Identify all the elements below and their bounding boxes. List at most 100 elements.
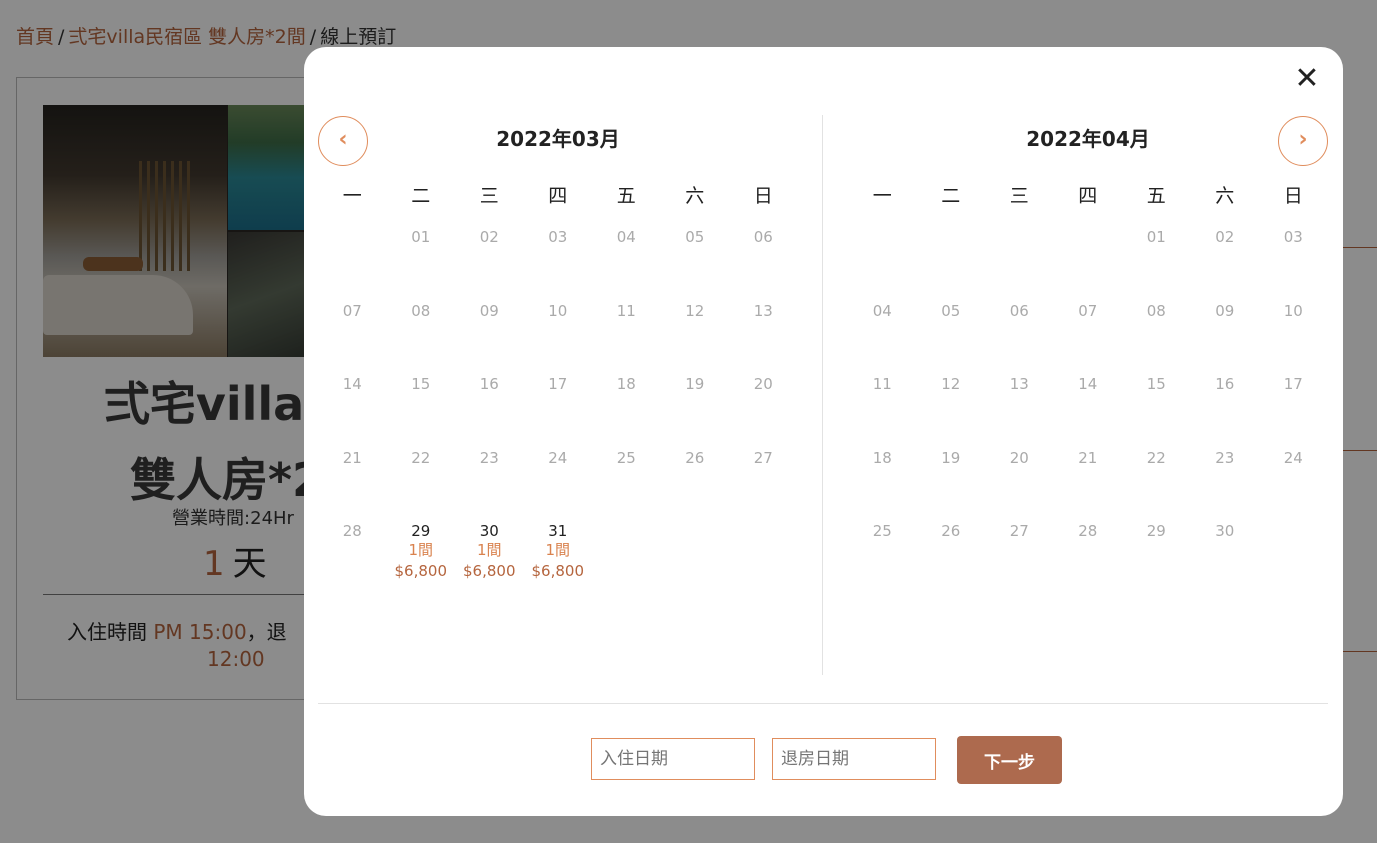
day-number: 09 (1215, 301, 1235, 320)
unavailable-day-cell: 02 (1191, 223, 1260, 297)
day-number: 20 (753, 375, 773, 394)
unavailable-day-cell: 17 (1259, 370, 1328, 444)
weekday-label: 一 (342, 185, 362, 207)
weekday-label: 一 (872, 185, 892, 207)
day-number: 24 (1283, 448, 1303, 467)
unavailable-day-cell: 28 (318, 517, 387, 591)
day-number: 29 (1146, 522, 1166, 541)
day-number: 05 (685, 228, 705, 246)
date-picker-modal: ✕ ‹ › 2022年03月 一 二 三 四 五 六 日 01 02 03 04 05 0… (304, 47, 1343, 816)
weekday-label: 五 (1146, 185, 1166, 207)
day-number: 22 (411, 448, 431, 467)
month-divider (822, 115, 823, 675)
day-number: 24 (548, 448, 568, 467)
days-grid: 01 02 03 04 05 06 07 08 09 10 11 12 13 14 15 16 17 18 19 20… (318, 223, 798, 591)
next-step-button[interactable]: 下一步 (957, 736, 1062, 784)
day-number: 28 (342, 522, 362, 541)
unavailable-day-cell: 05 (917, 297, 986, 371)
checkout-date-input[interactable] (772, 738, 936, 780)
days-grid: 01 02 03 04 05 06 07 08 09 10 11 12 13 14 15 16 17 18 19 20… (848, 223, 1328, 591)
empty-day-cell (985, 223, 1054, 297)
unavailable-day-cell: 25 (848, 517, 917, 591)
unavailable-day-cell: 17 (524, 370, 593, 444)
day-number: 22 (1146, 448, 1166, 467)
empty-day-cell (1054, 223, 1123, 297)
day-number: 23 (1215, 448, 1235, 467)
unavailable-day-cell: 11 (592, 297, 661, 371)
empty-day-cell (318, 223, 387, 297)
unavailable-day-cell: 07 (318, 297, 387, 371)
empty-day-cell (848, 223, 917, 297)
footer-divider (318, 703, 1328, 704)
day-price: $6,800 (394, 562, 448, 581)
day-number: 11 (616, 301, 636, 320)
day-number: 01 (411, 228, 431, 246)
unavailable-day-cell: 19 (661, 370, 730, 444)
day-number: 12 (941, 375, 961, 394)
day-number: 25 (616, 448, 636, 467)
unavailable-day-cell: 27 (985, 517, 1054, 591)
available-day-cell[interactable]: 31 1間 $6,800 (524, 517, 593, 591)
day-number: 15 (411, 375, 431, 394)
day-number: 14 (342, 375, 362, 394)
unavailable-day-cell: 24 (1259, 444, 1328, 518)
calendar-month-march: 2022年03月 一 二 三 四 五 六 日 01 02 03 04 05 06 07 08 0… (318, 111, 798, 591)
weekday-label: 三 (1009, 185, 1029, 207)
day-number: 02 (479, 228, 499, 246)
day-number: 06 (753, 228, 773, 246)
unavailable-day-cell: 13 (985, 370, 1054, 444)
day-number: 28 (1078, 522, 1098, 541)
checkin-date-input[interactable] (591, 738, 755, 780)
weekday-label: 四 (548, 185, 568, 207)
day-number: 03 (548, 228, 568, 246)
unavailable-day-cell: 16 (1191, 370, 1260, 444)
day-number: 08 (411, 301, 431, 320)
available-day-cell[interactable]: 29 1間 $6,800 (387, 517, 456, 591)
day-number: 14 (1078, 375, 1098, 394)
unavailable-day-cell: 18 (592, 370, 661, 444)
day-number: 05 (941, 301, 961, 320)
day-number: 23 (479, 448, 499, 467)
empty-day-cell (917, 223, 986, 297)
unavailable-day-cell: 11 (848, 370, 917, 444)
day-number: 13 (753, 301, 773, 320)
day-number: 13 (1009, 375, 1029, 394)
weekday-label: 三 (479, 185, 499, 207)
unavailable-day-cell: 12 (661, 297, 730, 371)
available-day-cell[interactable]: 30 1間 $6,800 (455, 517, 524, 591)
unavailable-day-cell: 18 (848, 444, 917, 518)
unavailable-day-cell: 22 (1122, 444, 1191, 518)
unavailable-day-cell: 08 (1122, 297, 1191, 371)
unavailable-day-cell: 26 (917, 517, 986, 591)
calendar-month-april: 2022年04月 一 二 三 四 五 六 日 01 02 03 04 05 06 07 08 0… (848, 111, 1328, 591)
unavailable-day-cell: 02 (455, 223, 524, 297)
unavailable-day-cell: 23 (455, 444, 524, 518)
day-number: 20 (1009, 448, 1029, 467)
unavailable-day-cell: 07 (1054, 297, 1123, 371)
rooms-available: 1間 (408, 541, 434, 560)
day-number: 18 (872, 448, 892, 467)
day-number: 31 (548, 522, 568, 541)
unavailable-day-cell: 30 (1191, 517, 1260, 591)
unavailable-day-cell: 22 (387, 444, 456, 518)
unavailable-day-cell: 16 (455, 370, 524, 444)
unavailable-day-cell: 04 (592, 223, 661, 297)
close-icon[interactable]: ✕ (1291, 63, 1323, 95)
day-number: 04 (616, 228, 636, 246)
day-price: $6,800 (531, 562, 585, 581)
unavailable-day-cell: 06 (985, 297, 1054, 371)
weekday-label: 日 (753, 185, 773, 207)
day-number: 16 (479, 375, 499, 394)
unavailable-day-cell: 12 (917, 370, 986, 444)
day-number: 04 (872, 301, 892, 320)
unavailable-day-cell: 27 (729, 444, 798, 518)
unavailable-day-cell: 15 (1122, 370, 1191, 444)
day-number: 12 (685, 301, 705, 320)
day-number: 26 (941, 522, 961, 541)
unavailable-day-cell: 21 (1054, 444, 1123, 518)
day-number: 11 (872, 375, 892, 394)
day-number: 26 (685, 448, 705, 467)
day-number: 02 (1215, 228, 1235, 246)
unavailable-day-cell: 03 (524, 223, 593, 297)
day-number: 19 (685, 375, 705, 394)
